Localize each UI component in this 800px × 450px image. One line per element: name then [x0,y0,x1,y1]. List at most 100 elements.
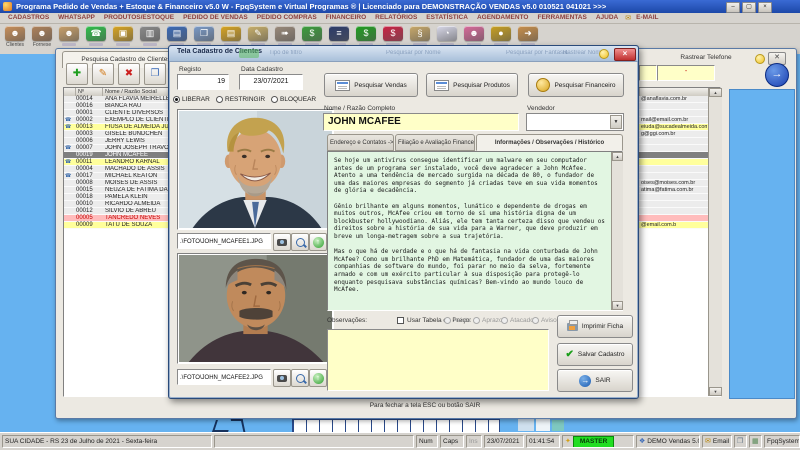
radio-restringir[interactable]: RESTRINGIR [216,96,265,103]
nome-field[interactable]: JOHN MCAFEE [323,113,519,131]
customer-number: 00007 [76,145,93,151]
customer-number: 00012 [76,208,93,214]
maximize-button[interactable]: ▢ [742,2,756,13]
button-pesquisar-vendas[interactable]: Pesquisar Vendas [324,73,418,97]
customer-photo-1 [177,109,334,230]
wallpaper-patch [518,419,534,431]
fornecedores-toolbar-button[interactable]: ☻ Fornese [31,26,53,54]
grid-scrollbar[interactable]: ▲ ▼ [708,88,722,396]
radio-label: LIBERAR [182,96,210,103]
minimize-button[interactable]: – [726,2,740,13]
price-option-aprazo[interactable]: Aprazo [473,317,503,324]
wallpaper-sketch [212,420,232,432]
price-option-atacado[interactable]: Atacado [501,317,534,324]
photo1-webcam-button[interactable] [273,233,291,251]
photo1-load-button[interactable]: ↑ [309,233,327,251]
scroll-down-icon[interactable]: ▼ [612,301,623,310]
button-salvar-cadastro[interactable]: ✔ Salvar Cadastro [557,343,633,366]
menu-relat-rios[interactable]: RELATÓRIOS [371,13,421,23]
close-button[interactable]: × [758,2,772,13]
price-option-label: Aprazo [482,317,503,324]
radio-dot-icon [532,317,539,324]
vendedores-icon: ☻ [59,26,79,41]
tab-informa-es-observa-es-hist-rico[interactable]: Informações / Observações / Histórico [476,134,623,151]
scroll-up-icon[interactable]: ▲ [709,88,722,97]
bio-paragraph: Se hoje um antivírus consegue identifica… [334,157,598,195]
photo2-webcam-button[interactable] [273,369,291,387]
menu-financeiro[interactable]: FINANCEIRO [322,13,370,23]
historico-textarea[interactable]: Se hoje um antivírus consegue identifica… [327,151,623,311]
whatsapp-icon: ☎ [86,26,106,41]
photo1-path-field[interactable]: .\FOTO\JOHN_MCAFEE1.JPG [177,233,271,249]
customer-number: 00018 [76,194,93,200]
button-label: Pesquisar Produtos [453,81,510,89]
dialog-help-bulb-icon[interactable] [599,49,609,59]
status-text: FpqSystem [767,437,800,445]
menu-e-mail[interactable]: E-MAIL [632,13,662,23]
menu-cadastros[interactable]: CADASTROS [4,13,53,23]
grid-header-num[interactable]: Nº [76,88,103,96]
right-blue-panel [729,89,795,399]
menu-pedido-compras[interactable]: PEDIDO COMPRAS [253,13,321,23]
master-badge: MASTER [572,436,615,447]
registro-field[interactable]: 19 [177,74,229,90]
radio-bloquear[interactable]: BLOQUEAR [271,96,316,103]
button-pesquisar-financeiro[interactable]: Pesquisar Financeiro [528,73,624,97]
dialog-close-button[interactable]: × [614,48,636,61]
delete-record-button[interactable]: ✖ [118,63,140,85]
vendedor-combo[interactable] [526,113,624,131]
email-icon: ✉ [625,15,632,22]
price-option-avista[interactable]: Avista [444,317,471,324]
status-location: SUA CIDADE - RS 23 de Julho de 2021 - Se… [2,435,212,448]
scroll-down-icon[interactable]: ▼ [709,387,722,396]
green-orb-icon: ↑ [312,236,324,248]
photo1-search-button[interactable] [291,233,309,251]
orcamento-doc-icon: ❐ [194,26,214,41]
menu-ferramentas[interactable]: FERRAMENTAS [533,13,590,23]
button-pesquisar-produtos[interactable]: Pesquisar Produtos [426,73,518,97]
menu-estat-stica[interactable]: ESTATÍSTICA [422,13,472,23]
customer-email: g@ggi.com.br [641,131,676,137]
clientes-toolbar-button[interactable]: ☻ Clientes [4,26,26,54]
usar-tabela-checkbox[interactable] [397,317,404,324]
menu-agendamento[interactable]: AGENDAMENTO [473,13,533,23]
clientes-label: Clientes [5,42,25,48]
button-imprimir-ficha[interactable]: Imprimir Ficha [557,315,633,338]
bio-scrollbar[interactable]: ▲ ▼ [611,152,623,310]
customer-email: oises@moises.com.br [641,180,696,186]
menu-whatsapp[interactable]: WHATSAPP [54,13,99,23]
photo2-search-button[interactable] [291,369,309,387]
tab-filia-o-e-avalia-o-financeira[interactable]: Filiação e Avaliação Financeira -> [395,134,475,151]
status-text: 01:41:54 [529,437,555,445]
status-spacer [214,435,414,448]
cadastro-cliente-dialog: Tela Cadastro de Clientes Tipo de filtro… [168,45,639,399]
scroll-up-icon[interactable]: ▲ [612,152,623,161]
magnifier-icon [295,237,305,247]
status-printer: ❐ [734,435,747,448]
window-controls: – ▢ × [726,2,772,13]
rastrear-field-2[interactable]: - [657,65,715,81]
statusbar: SUA CIDADE - RS 23 de Julho de 2021 - Se… [0,432,800,450]
new-record-button[interactable]: ✚ [66,63,88,85]
rastrear-field-1[interactable] [639,65,657,81]
exit-arrow-icon: → [579,374,592,387]
photo2-load-button[interactable]: ↑ [309,369,327,387]
observacoes-textarea[interactable] [327,329,549,391]
magnifier-icon [295,373,305,383]
toolbar-caption-blur [89,43,103,46]
menu-pedido-de-vendas[interactable]: PEDIDO DE VENDAS [179,13,252,23]
photo2-path-field[interactable]: .\FOTO\JOHN_MCAFEE2.JPG [177,369,271,385]
data-cadastro-field[interactable]: 23/07/2021 [239,74,303,90]
tab-endere-o-e-contatos[interactable]: Endereço e Contatos -> [327,134,394,151]
price-option-aviso[interactable]: Aviso [532,317,557,324]
phone-icon: ☎ [65,173,72,179]
anotacoes-icon: ✎ [248,26,268,41]
edit-record-button[interactable]: ✎ [92,63,114,85]
observacoes-label: Observações: [327,317,368,324]
rastrear-go-button[interactable]: → [765,63,789,87]
menu-ajuda[interactable]: AJUDA [592,13,622,23]
radio-liberar[interactable]: LIBERAR [173,96,210,103]
button-sair[interactable]: → SAIR [557,369,633,392]
export-records-button[interactable]: ❐ [144,63,166,85]
menu-produtos-estoque[interactable]: PRODUTOS/ESTOQUE [100,13,178,23]
